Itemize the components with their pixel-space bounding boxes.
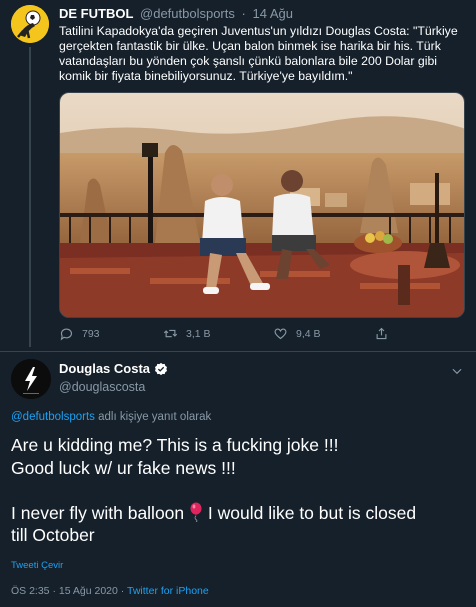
share-icon xyxy=(376,327,387,340)
lightning-logo-icon xyxy=(11,359,51,399)
parent-handle[interactable]: @defutbolsports xyxy=(140,6,235,21)
parent-tweet-header: DE FUTBOL @defutbolsports · 14 Ağu xyxy=(59,6,293,21)
main-display-name-row: Douglas Costa xyxy=(59,361,168,376)
reply-icon xyxy=(60,328,73,341)
tweet-line-3-end: I would like to but is closed xyxy=(203,502,417,523)
main-tweet-text: Are u kidding me? This is a fucking joke… xyxy=(11,434,466,547)
balloon-emoji-icon xyxy=(190,502,202,522)
retweet-count: 3,1 B xyxy=(186,327,211,340)
football-logo-icon xyxy=(11,5,49,43)
parent-display-name[interactable]: DE FUTBOL xyxy=(59,6,133,21)
main-handle[interactable]: @douglascosta xyxy=(59,380,145,394)
main-display-name[interactable]: Douglas Costa xyxy=(59,361,150,376)
share-action[interactable] xyxy=(374,326,389,341)
like-action[interactable]: 9,4 B xyxy=(273,326,321,341)
timestamp-separator-1: · xyxy=(49,585,59,597)
tweet-line-4: till October xyxy=(11,525,95,545)
tweet-photo[interactable] xyxy=(59,92,465,318)
tweet-source-link[interactable]: Twitter for iPhone xyxy=(127,585,209,597)
chevron-down-icon[interactable] xyxy=(450,364,464,378)
retweet-action[interactable]: 3,1 B xyxy=(163,326,211,341)
tweet-line-3-start: I never fly with balloon xyxy=(11,502,185,523)
heart-icon xyxy=(274,328,287,340)
reply-to-suffix: adlı kişiye yanıt olarak xyxy=(94,411,212,423)
parent-tweet-actions: 793 3,1 B 9,4 B xyxy=(59,326,459,344)
tweet-time[interactable]: ÖS 2:35 xyxy=(11,585,50,597)
tweet-date[interactable]: 15 Ağu 2020 xyxy=(59,585,118,597)
tweet-line-3: I never fly with balloon I would like to… xyxy=(11,502,466,525)
cappadocia-photo-illustration xyxy=(60,93,464,317)
reply-count: 793 xyxy=(82,327,100,340)
reply-context: @defutbolsports adlı kişiye yanıt olarak xyxy=(11,411,211,423)
parent-tweet[interactable]: DE FUTBOL @defutbolsports · 14 Ağu Tatil… xyxy=(0,0,476,351)
thread-line xyxy=(29,47,31,347)
like-count: 9,4 B xyxy=(296,327,321,340)
parent-separator: · xyxy=(241,6,246,21)
translate-tweet-link[interactable]: Tweeti Çevir xyxy=(11,560,63,571)
tweet-divider xyxy=(0,351,476,352)
parent-date[interactable]: 14 Ağu xyxy=(252,6,293,21)
parent-tweet-text: Tatilini Kapadokya'da geçiren Juventus'u… xyxy=(59,24,458,83)
reply-to-handle-link[interactable]: @defutbolsports xyxy=(11,411,95,423)
tweet-line-2: Good luck w/ ur fake news !!! xyxy=(11,457,236,478)
verified-badge-icon xyxy=(155,362,168,375)
tweet-timestamp: ÖS 2:35 · 15 Ağu 2020 · Twitter for iPho… xyxy=(11,585,209,597)
douglas-costa-avatar[interactable] xyxy=(11,359,51,399)
timestamp-separator-2: · xyxy=(117,585,128,597)
tweet-line-1: Are u kidding me? This is a fucking joke… xyxy=(11,435,339,455)
retweet-icon xyxy=(163,329,178,338)
de-futbol-avatar[interactable] xyxy=(11,5,49,43)
reply-action[interactable]: 793 xyxy=(59,326,100,341)
